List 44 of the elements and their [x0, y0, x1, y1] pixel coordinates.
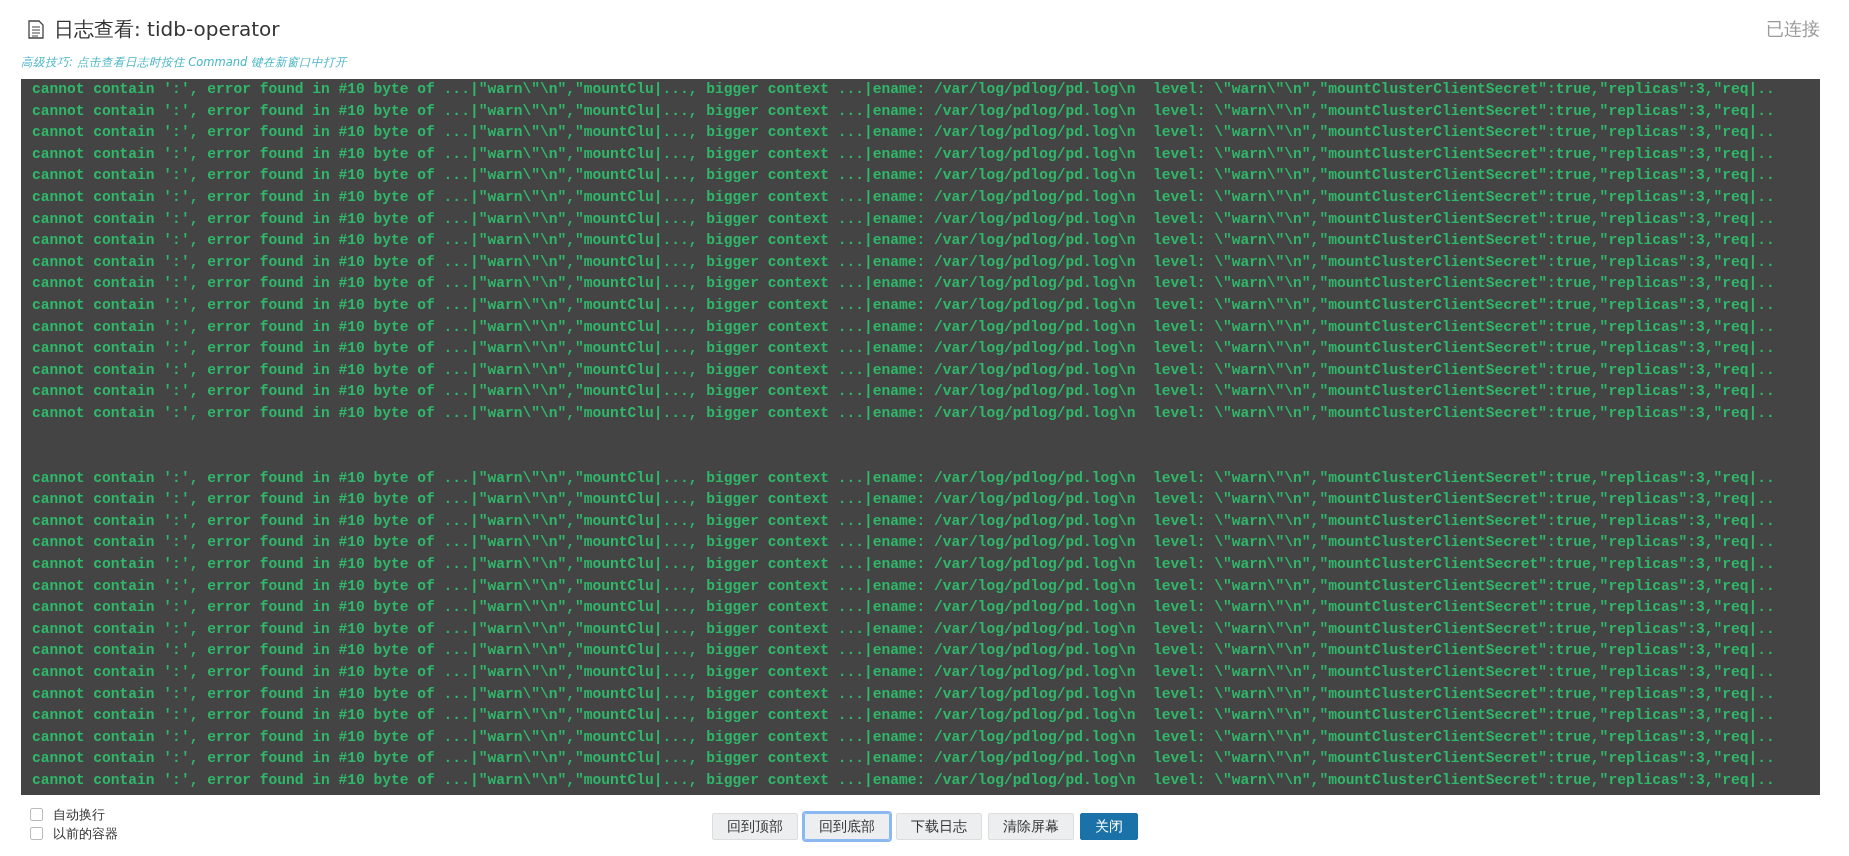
log-line: cannot contain ':', error found in #10 byte of ...|"warn\"\n","mountClu|..., bigger context ...|ename: /var/log/pdlog/pd.log\n level: \"warn\"\n","mountClusterClientSecret":true,"replicas":3,"req|..: [32, 511, 1776, 531]
log-line: cannot contain ':', error found in #10 byte of ...|"warn\"\n","mountClu|..., bigger context ...|ename: /var/log/pdlog/pd.log\n level: \"warn\"\n","mountClusterClientSecret":true,"replicas":3,"req|..: [32, 533, 1776, 553]
action-button[interactable]: 清除屏幕: [987, 813, 1074, 840]
action-button[interactable]: 回到顶部: [711, 813, 798, 840]
log-line: cannot contain ':', error found in #10 byte of ...|"warn\"\n","mountClu|..., bigger context ...|ename: /var/log/pdlog/pd.log\n level: \"warn\"\n","mountClusterClientSecret":true,"replicas":3,"req|..: [32, 123, 1776, 143]
log-line: cannot contain ':', error found in #10 byte of ...|"warn\"\n","mountClu|..., bigger context ...|ename: /var/log/pdlog/pd.log\n level: \"warn\"\n","mountClusterClientSecret":true,"replicas":3,"req|..: [32, 727, 1776, 747]
log-line: cannot contain ':', error found in #10 byte of ...|"warn\"\n","mountClu|..., bigger context ...|ename: /var/log/pdlog/pd.log\n level: \"warn\"\n","mountClusterClientSecret":true,"replicas":3,"req|..: [32, 468, 1776, 488]
log-line: cannot contain ':', error found in #10 byte of ...|"warn\"\n","mountClu|..., bigger context ...|ename: /var/log/pdlog/pd.log\n level: \"warn\"\n","mountClusterClientSecret":true,"replicas":3,"req|..: [32, 641, 1776, 661]
log-line: cannot contain ':', error found in #10 byte of ...|"warn\"\n","mountClu|..., bigger context ...|ename: /var/log/pdlog/pd.log\n level: \"warn\"\n","mountClusterClientSecret":true,"replicas":3,"req|..: [32, 166, 1776, 186]
log-line: cannot contain ':', error found in #10 byte of ...|"warn\"\n","mountClu|..., bigger context ...|ename: /var/log/pdlog/pd.log\n level: \"warn\"\n","mountClusterClientSecret":true,"replicas":3,"req|..: [32, 619, 1776, 639]
checkbox[interactable]: [30, 827, 43, 840]
connection-status: 已连接: [1766, 17, 1820, 41]
log-line: cannot contain ':', error found in #10 byte of ...|"warn\"\n","mountClu|..., bigger context ...|ename: /var/log/pdlog/pd.log\n level: \"warn\"\n","mountClusterClientSecret":true,"replicas":3,"req|..: [32, 598, 1776, 618]
checkbox-label: 以前的容器: [53, 824, 118, 843]
window-title: 日志查看: tidb-operator: [54, 15, 281, 43]
checkbox[interactable]: [30, 808, 43, 821]
log-line: cannot contain ':', error found in #10 byte of ...|"warn\"\n","mountClu|..., bigger context ...|ename: /var/log/pdlog/pd.log\n level: \"warn\"\n","mountClusterClientSecret":true,"replicas":3,"req|..: [32, 684, 1776, 704]
log-line: cannot contain ':', error found in #10 byte of ...|"warn\"\n","mountClu|..., bigger context ...|ename: /var/log/pdlog/pd.log\n level: \"warn\"\n","mountClusterClientSecret":true,"replicas":3,"req|..: [32, 663, 1776, 683]
log-line: cannot contain ':', error found in #10 byte of ...|"warn\"\n","mountClu|..., bigger context ...|ename: /var/log/pdlog/pd.log\n level: \"warn\"\n","mountClusterClientSecret":true,"replicas":3,"req|..: [32, 555, 1776, 575]
document-icon: [28, 19, 44, 39]
log-line: cannot contain ':', error found in #10 byte of ...|"warn\"\n","mountClu|..., bigger context ...|ename: /var/log/pdlog/pd.log\n level: \"warn\"\n","mountClusterClientSecret":true,"replicas":3,"req|..: [32, 231, 1776, 251]
log-line: cannot contain ':', error found in #10 byte of ...|"warn\"\n","mountClu|..., bigger context ...|ename: /var/log/pdlog/pd.log\n level: \"warn\"\n","mountClusterClientSecret":true,"replicas":3,"req|..: [32, 187, 1776, 207]
log-line: cannot contain ':', error found in #10 byte of ...|"warn\"\n","mountClu|..., bigger context ...|ename: /var/log/pdlog/pd.log\n level: \"warn\"\n","mountClusterClientSecret":true,"replicas":3,"req|..: [32, 576, 1776, 596]
log-line: cannot contain ':', error found in #10 byte of ...|"warn\"\n","mountClu|..., bigger context ...|ename: /var/log/pdlog/pd.log\n level: \"warn\"\n","mountClusterClientSecret":true,"replicas":3,"req|..: [32, 360, 1776, 380]
log-line: cannot contain ':', error found in #10 byte of ...|"warn\"\n","mountClu|..., bigger context ...|ename: /var/log/pdlog/pd.log\n level: \"warn\"\n","mountClusterClientSecret":true,"replicas":3,"req|..: [32, 80, 1776, 99]
log-line: cannot contain ':', error found in #10 byte of ...|"warn\"\n","mountClu|..., bigger context ...|ename: /var/log/pdlog/pd.log\n level: \"warn\"\n","mountClusterClientSecret":true,"replicas":3,"req|..: [32, 252, 1776, 272]
log-line: cannot contain ':', error found in #10 byte of ...|"warn\"\n","mountClu|..., bigger context ...|ename: /var/log/pdlog/pd.log\n level: \"warn\"\n","mountClusterClientSecret":true,"replicas":3,"req|..: [32, 490, 1776, 510]
log-line: cannot contain ':', error found in #10 byte of ...|"warn\"\n","mountClu|..., bigger context ...|ename: /var/log/pdlog/pd.log\n level: \"warn\"\n","mountClusterClientSecret":true,"replicas":3,"req|..: [32, 749, 1776, 769]
log-line: cannot contain ':', error found in #10 byte of ...|"warn\"\n","mountClu|..., bigger context ...|ename: /var/log/pdlog/pd.log\n level: \"warn\"\n","mountClusterClientSecret":true,"replicas":3,"req|..: [32, 317, 1776, 337]
log-line: cannot contain ':', error found in #10 byte of ...|"warn\"\n","mountClu|..., bigger context ...|ename: /var/log/pdlog/pd.log\n level: \"warn\"\n","mountClusterClientSecret":true,"replicas":3,"req|..: [32, 706, 1776, 726]
action-button[interactable]: 回到底部: [803, 813, 890, 840]
action-button[interactable]: 下载日志: [895, 813, 982, 840]
hint-text: 高级技巧: 点击查看日志时按住 Command 键在新窗口中打开: [21, 54, 349, 70]
log-line: cannot contain ':', error found in #10 byte of ...|"warn\"\n","mountClu|..., bigger context ...|ename: /var/log/pdlog/pd.log\n level: \"warn\"\n","mountClusterClientSecret":true,"replicas":3,"req|..: [32, 209, 1776, 229]
log-line: cannot contain ':', error found in #10 byte of ...|"warn\"\n","mountClu|..., bigger context ...|ename: /var/log/pdlog/pd.log\n level: \"warn\"\n","mountClusterClientSecret":true,"replicas":3,"req|..: [32, 382, 1776, 402]
log-line: cannot contain ':', error found in #10 byte of ...|"warn\"\n","mountClu|..., bigger context ...|ename: /var/log/pdlog/pd.log\n level: \"warn\"\n","mountClusterClientSecret":true,"replicas":3,"req|..: [32, 771, 1776, 790]
log-line: cannot contain ':', error found in #10 byte of ...|"warn\"\n","mountClu|..., bigger context ...|ename: /var/log/pdlog/pd.log\n level: \"warn\"\n","mountClusterClientSecret":true,"replicas":3,"req|..: [32, 295, 1776, 315]
log-line: cannot contain ':', error found in #10 byte of ...|"warn\"\n","mountClu|..., bigger context ...|ename: /var/log/pdlog/pd.log\n level: \"warn\"\n","mountClusterClientSecret":true,"replicas":3,"req|..: [32, 274, 1776, 294]
log-line: cannot contain ':', error found in #10 byte of ...|"warn\"\n","mountClu|..., bigger context ...|ename: /var/log/pdlog/pd.log\n level: \"warn\"\n","mountClusterClientSecret":true,"replicas":3,"req|..: [32, 144, 1776, 164]
close-button[interactable]: 关闭: [1079, 813, 1138, 840]
log-line: cannot contain ':', error found in #10 byte of ...|"warn\"\n","mountClu|..., bigger context ...|ename: /var/log/pdlog/pd.log\n level: \"warn\"\n","mountClusterClientSecret":true,"replicas":3,"req|..: [32, 101, 1776, 121]
log-line: cannot contain ':', error found in #10 byte of ...|"warn\"\n","mountClu|..., bigger context ...|ename: /var/log/pdlog/pd.log\n level: \"warn\"\n","mountClusterClientSecret":true,"replicas":3,"req|..: [32, 403, 1776, 423]
checkbox-label: 自动换行: [53, 805, 105, 824]
log-line: cannot contain ':', error found in #10 byte of ...|"warn\"\n","mountClu|..., bigger context ...|ename: /var/log/pdlog/pd.log\n level: \"warn\"\n","mountClusterClientSecret":true,"replicas":3,"req|..: [32, 339, 1776, 359]
